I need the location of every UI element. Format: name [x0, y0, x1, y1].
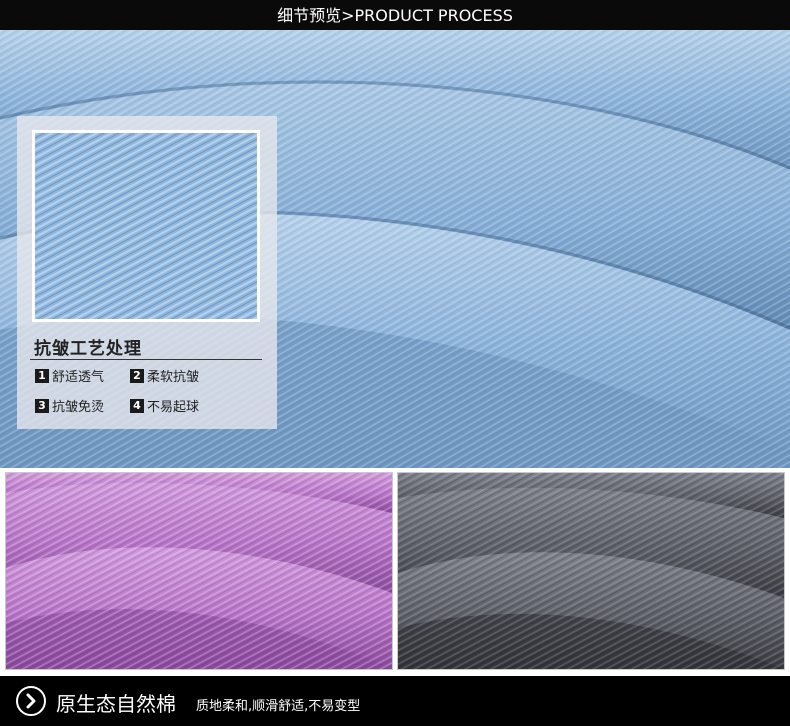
- feature-number-badge: 4: [130, 398, 144, 413]
- footer-banner: 原生态自然棉 质地柔和,顺滑舒适,不易变型: [0, 676, 790, 726]
- feature-item-2: 2 柔软抗皱: [130, 366, 199, 385]
- feature-number-badge: 3: [35, 398, 49, 413]
- fabric-swatch-gray: [397, 472, 785, 670]
- section-title: 细节预览>PRODUCT PROCESS: [277, 6, 513, 25]
- fabric-closeup-svg: [35, 133, 257, 319]
- footer-title: 原生态自然棉: [56, 692, 176, 716]
- feature-panel-title: 抗皱工艺处理: [34, 339, 142, 359]
- gray-fabric-svg: [398, 473, 784, 669]
- feature-number-badge: 2: [130, 368, 144, 383]
- feature-item-4: 4 不易起球: [130, 396, 199, 415]
- feature-label: 抗皱免烫: [52, 400, 105, 415]
- fabric-closeup-frame: [32, 130, 260, 322]
- chevron-right-icon: [26, 693, 36, 709]
- footer-description: 质地柔和,顺滑舒适,不易变型: [196, 699, 361, 714]
- feature-item-1: 1 舒适透气: [35, 366, 104, 385]
- section-header: 细节预览>PRODUCT PROCESS: [0, 0, 790, 30]
- feature-label: 不易起球: [147, 400, 200, 415]
- feature-label: 柔软抗皱: [147, 370, 200, 385]
- arrow-right-circle-icon: [16, 686, 46, 716]
- feature-label: 舒适透气: [52, 370, 105, 385]
- feature-number-badge: 1: [35, 368, 49, 383]
- purple-fabric-svg: [6, 473, 392, 669]
- feature-item-3: 3 抗皱免烫: [35, 396, 104, 415]
- feature-panel-divider: [30, 359, 262, 360]
- fabric-swatch-purple: [5, 472, 393, 670]
